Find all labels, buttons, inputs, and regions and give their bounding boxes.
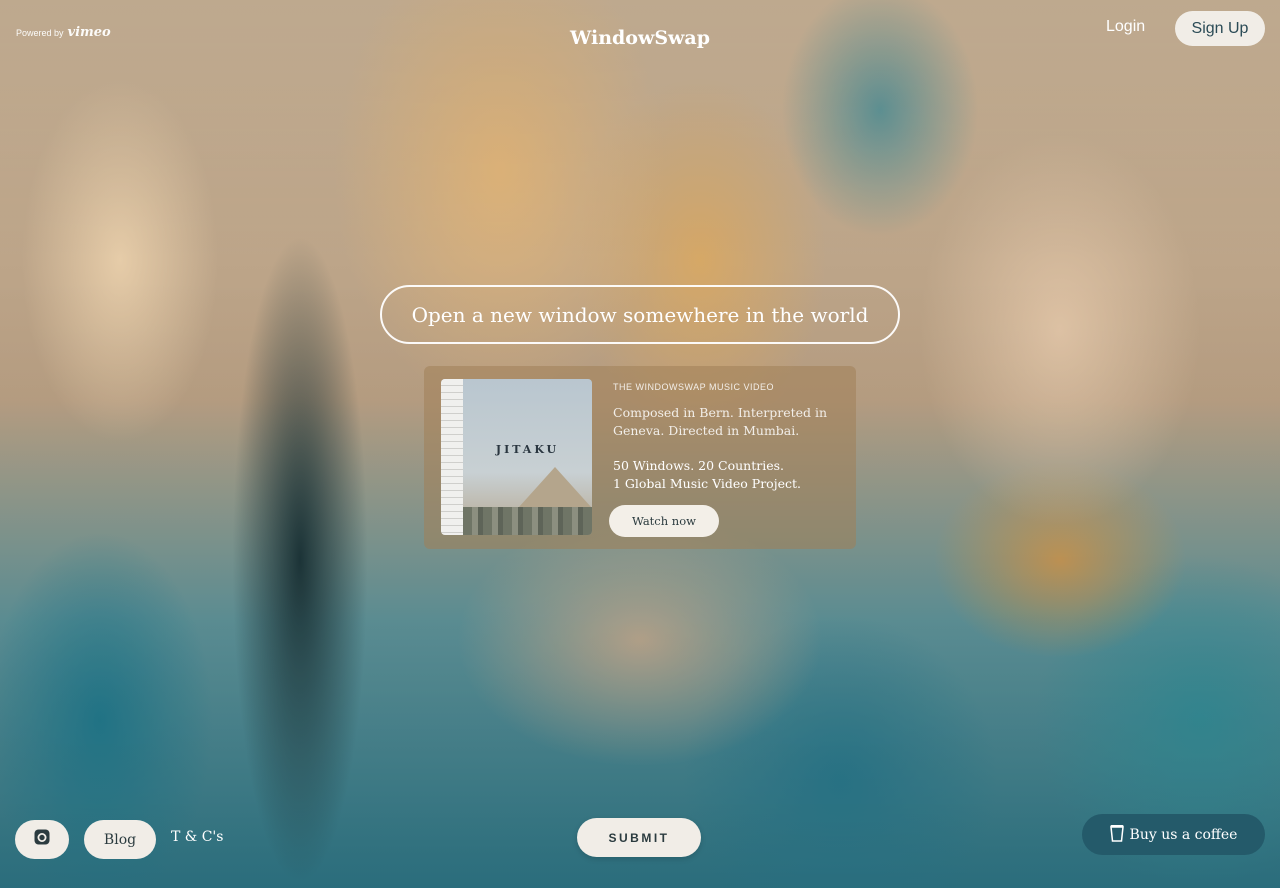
signup-button[interactable]: Sign Up [1175,11,1265,46]
promo-headline-line2: 1 Global Music Video Project. [613,476,801,491]
thumbnail-title: JITAKU [495,443,560,456]
buy-coffee-label: Buy us a coffee [1129,826,1238,843]
site-logo[interactable]: WindowSwap [0,27,1280,49]
thumbnail-pyramid [519,467,591,507]
terms-link[interactable]: T & C's [171,829,223,845]
login-link[interactable]: Login [1106,18,1145,36]
music-video-thumbnail[interactable]: JITAKU [441,379,592,535]
buy-coffee-button[interactable]: Buy us a coffee [1082,814,1265,855]
submit-button[interactable]: SUBMIT [577,818,701,857]
promo-description: Composed in Bern. Interpreted in Geneva.… [613,405,828,438]
blog-button[interactable]: Blog [84,820,156,859]
instagram-button[interactable] [15,820,69,859]
thumbnail-city [463,507,592,535]
music-video-promo-card: JITAKU THE WINDOWSWAP MUSIC VIDEO Compos… [424,366,856,549]
instagram-icon [33,828,51,851]
watch-now-button[interactable]: Watch now [609,505,719,537]
coffee-cup-icon [1109,824,1124,846]
promo-kicker: THE WINDOWSWAP MUSIC VIDEO [613,382,775,392]
promo-headline-line1: 50 Windows. 20 Countries. [613,458,784,473]
thumbnail-building-wall [441,379,463,535]
promo-headline: 50 Windows. 20 Countries. 1 Global Music… [613,457,843,493]
open-new-window-button[interactable]: Open a new window somewhere in the world [380,285,900,344]
